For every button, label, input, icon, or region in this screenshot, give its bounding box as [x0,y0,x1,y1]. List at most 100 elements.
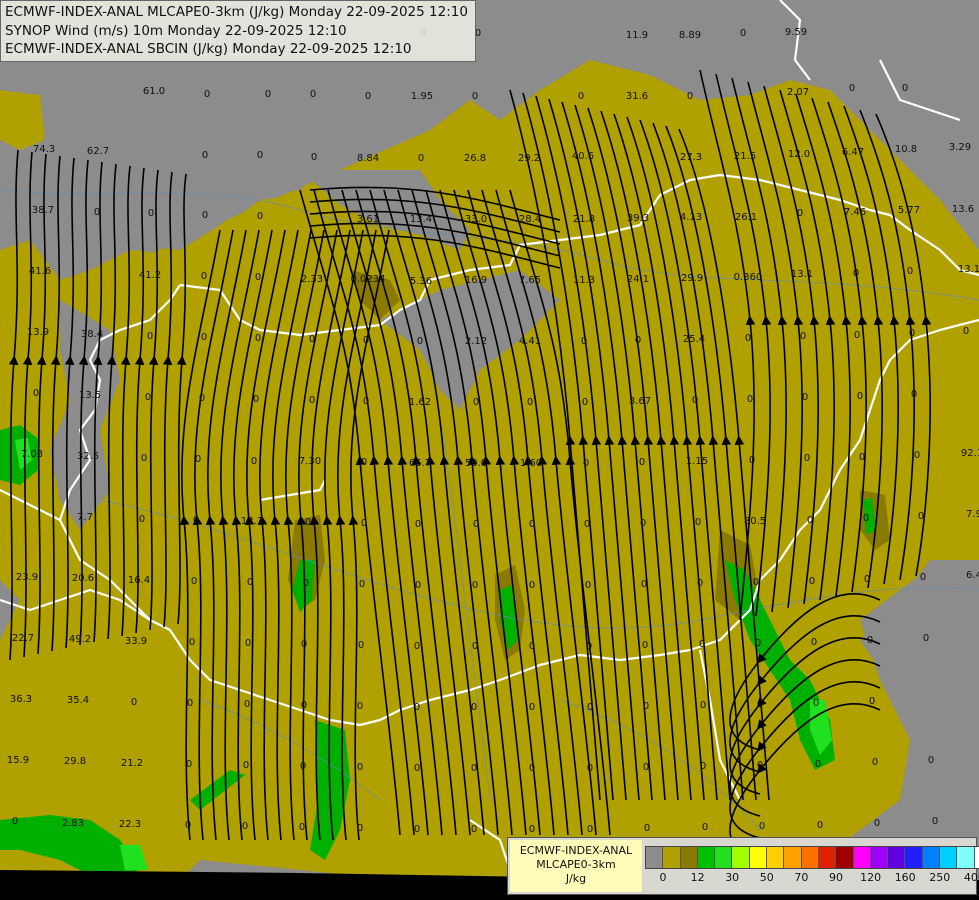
legend-swatch [784,847,802,868]
sbcin-value: 3.61 [357,214,379,225]
sbcin-value: 0 [33,388,39,399]
sbcin-value: 41.2 [139,270,161,281]
sbcin-value: 0 [687,91,693,102]
sbcin-value: 0 [700,700,706,711]
sbcin-value: 29.8 [64,756,86,767]
legend: ECMWF-INDEX-ANAL MLCAPE0-3km J/kg 0 12 30 5… [507,837,979,895]
sbcin-value: 28.4 [519,214,541,225]
sbcin-value: 4.41 [519,336,541,347]
legend-tick-label: 120 [860,871,882,884]
sbcin-value: 23.9 [16,572,38,583]
sbcin-value: 0 [255,333,261,344]
legend-swatch [957,847,975,868]
sbcin-value: 8.89 [679,30,701,41]
sbcin-value: 0 [473,519,479,530]
sbcin-value: 0 [185,820,191,831]
sbcin-value: 0 [301,639,307,650]
sbcin-value: 0 [473,397,479,408]
sbcin-value: 0 [644,823,650,834]
sbcin-value: 26.1 [735,212,757,223]
sbcin-value: 22.7 [12,633,34,644]
sbcin-value: 0 [807,515,813,526]
sbcin-value: 0 [415,519,421,530]
sbcin-value: 0 [640,518,646,529]
sbcin-value: 0 [529,580,535,591]
sbcin-value: 0 [928,755,934,766]
sbcin-value: 0 [700,761,706,772]
sbcin-value: 3.29 [949,142,971,153]
sbcin-value: 0 [587,824,593,835]
sbcin-value: 0 [131,697,137,708]
legend-line-1: ECMWF-INDEX-ANAL [519,844,633,857]
legend-tick-label: 160 [894,871,916,884]
legend-swatch [905,847,923,868]
sbcin-value: 33.9 [125,636,147,647]
sbcin-value: 0 [415,580,421,591]
sbcin-value: 40.6 [572,151,594,162]
sbcin-value: 61.0 [143,86,165,97]
sbcin-value: 0 [867,635,873,646]
sbcin-value: 25.4 [683,334,705,345]
sbcin-value: 0 [145,392,151,403]
sbcin-value: 0 [932,816,938,827]
sbcin-value: 0 [529,519,535,530]
sbcin-value: 0 [12,816,18,827]
sbcin-value: 0 [907,266,913,277]
sbcin-value: 0 [909,328,915,339]
legend-tick-label: 30 [725,871,740,884]
sbcin-value: 0 [414,763,420,774]
legend-label: ECMWF-INDEX-ANAL MLCAPE0-3km J/kg [510,840,642,892]
sbcin-value: 0 [242,821,248,832]
sbcin-value: 0 [245,638,251,649]
legend-swatch [888,847,906,868]
sbcin-value: 0 [800,331,806,342]
sbcin-value: 0 [747,394,753,405]
sbcin-value: 0 [817,820,823,831]
sbcin-value: 0 [202,210,208,221]
sbcin-value: 0 [253,394,259,405]
sbcin-value: 0 [854,330,860,341]
sbcin-value: 0 [692,395,698,406]
sbcin-value: 0 [472,580,478,591]
sbcin-value: 0 [642,640,648,651]
sbcin-value: 0 [361,518,367,529]
sbcin-value: 24.1 [627,274,649,285]
sbcin-value: 0 [257,150,263,161]
legend-swatch [801,847,819,868]
map-canvas: 61.0 0 0 0 1.95 0 0 31.6 0 2.07 0 0 11.9 8.89 0 9.59 74.… [0,0,979,900]
sbcin-value: 0 [204,89,210,100]
sbcin-value: 10.8 [895,144,917,155]
sbcin-value: 13.1 [958,264,979,275]
sbcin-value: 0 [809,576,815,587]
sbcin-value: 59.0 [465,458,487,469]
sbcin-value: 0 [309,334,315,345]
legend-tick-label: 400 [963,871,979,884]
sbcin-value: 0 [585,580,591,591]
sbcin-value: 33.0 [465,214,487,225]
sbcin-value: 92.1 [961,448,979,459]
legend-swatch [818,847,837,868]
sbcin-value: 9.59 [785,27,807,38]
sbcin-value: 13.1 [791,269,813,280]
legend-swatch [663,847,681,868]
sbcin-value: 0 [755,638,761,649]
sbcin-value: 0 [584,519,590,530]
sbcin-value: 0 [471,763,477,774]
sbcin-value: 3.67 [629,396,651,407]
sbcin-value: 0 [811,637,817,648]
legend-swatch [853,847,871,868]
sbcin-value: 0 [639,457,645,468]
sbcin-value: 0 [201,271,207,282]
sbcin-value: 26.8 [464,153,486,164]
sbcin-value: 0 [358,640,364,651]
sbcin-value: 0 [643,701,649,712]
sbcin-value: 0 [247,577,253,588]
legend-tick-label: 50 [759,871,774,884]
sbcin-value: 2.07 [787,87,809,98]
sbcin-value: 13.4 [410,214,432,225]
sbcin-value: 38.7 [32,205,54,216]
sbcin-value: 29.9 [681,273,703,284]
legend-swatch [767,847,785,868]
sbcin-value: 13.9 [27,327,49,338]
sbcin-value: 0 [853,268,859,279]
